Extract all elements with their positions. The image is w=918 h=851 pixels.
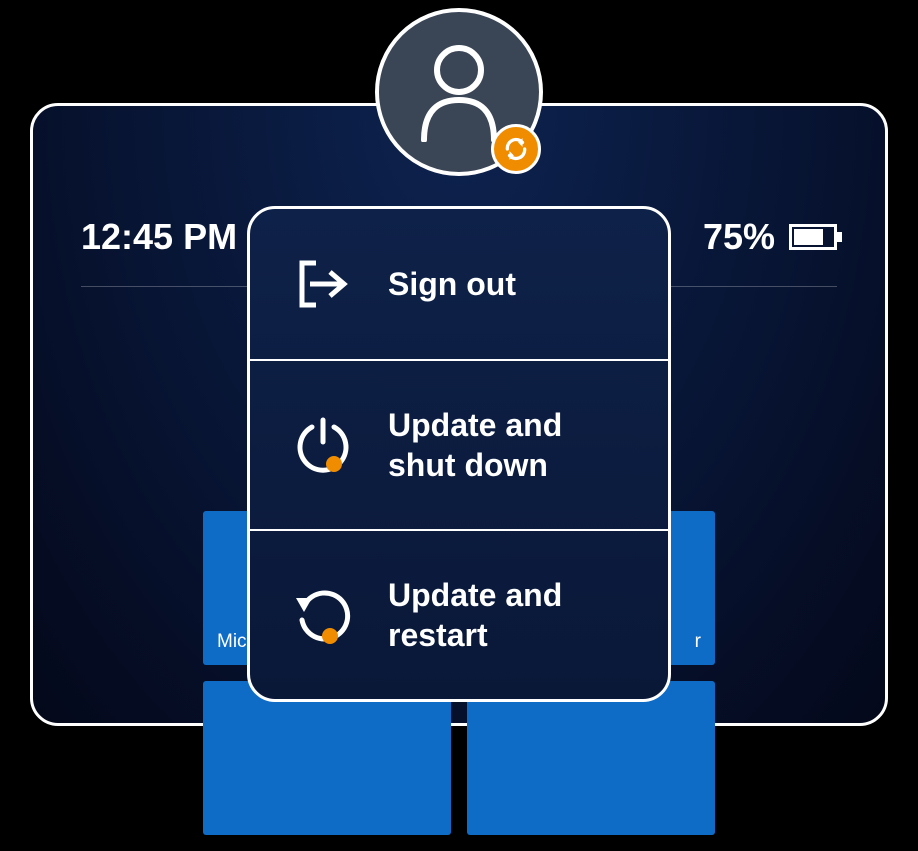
clock-time: 12:45 PM xyxy=(81,216,237,258)
menu-item-label: Sign out xyxy=(388,264,516,304)
power-menu: Sign out Update and shut down Update and… xyxy=(247,206,671,702)
person-icon xyxy=(414,42,504,142)
user-avatar[interactable] xyxy=(375,8,543,176)
app-tile[interactable] xyxy=(203,681,451,835)
restart-update-icon xyxy=(292,584,354,646)
update-shutdown-button[interactable]: Update and shut down xyxy=(250,361,668,531)
tile-label: r xyxy=(695,631,701,653)
sign-out-icon xyxy=(292,253,354,315)
sign-out-button[interactable]: Sign out xyxy=(250,209,668,361)
app-tile[interactable] xyxy=(467,681,715,835)
menu-item-label: Update and shut down xyxy=(388,405,626,485)
battery-status: 75% xyxy=(703,216,837,258)
battery-percent-label: 75% xyxy=(703,216,775,258)
menu-item-label: Update and restart xyxy=(388,575,626,655)
tile-label: Mic xyxy=(217,631,247,653)
power-update-icon xyxy=(292,414,354,476)
update-restart-button[interactable]: Update and restart xyxy=(250,531,668,699)
update-badge-icon xyxy=(491,124,541,174)
battery-icon xyxy=(789,224,837,250)
